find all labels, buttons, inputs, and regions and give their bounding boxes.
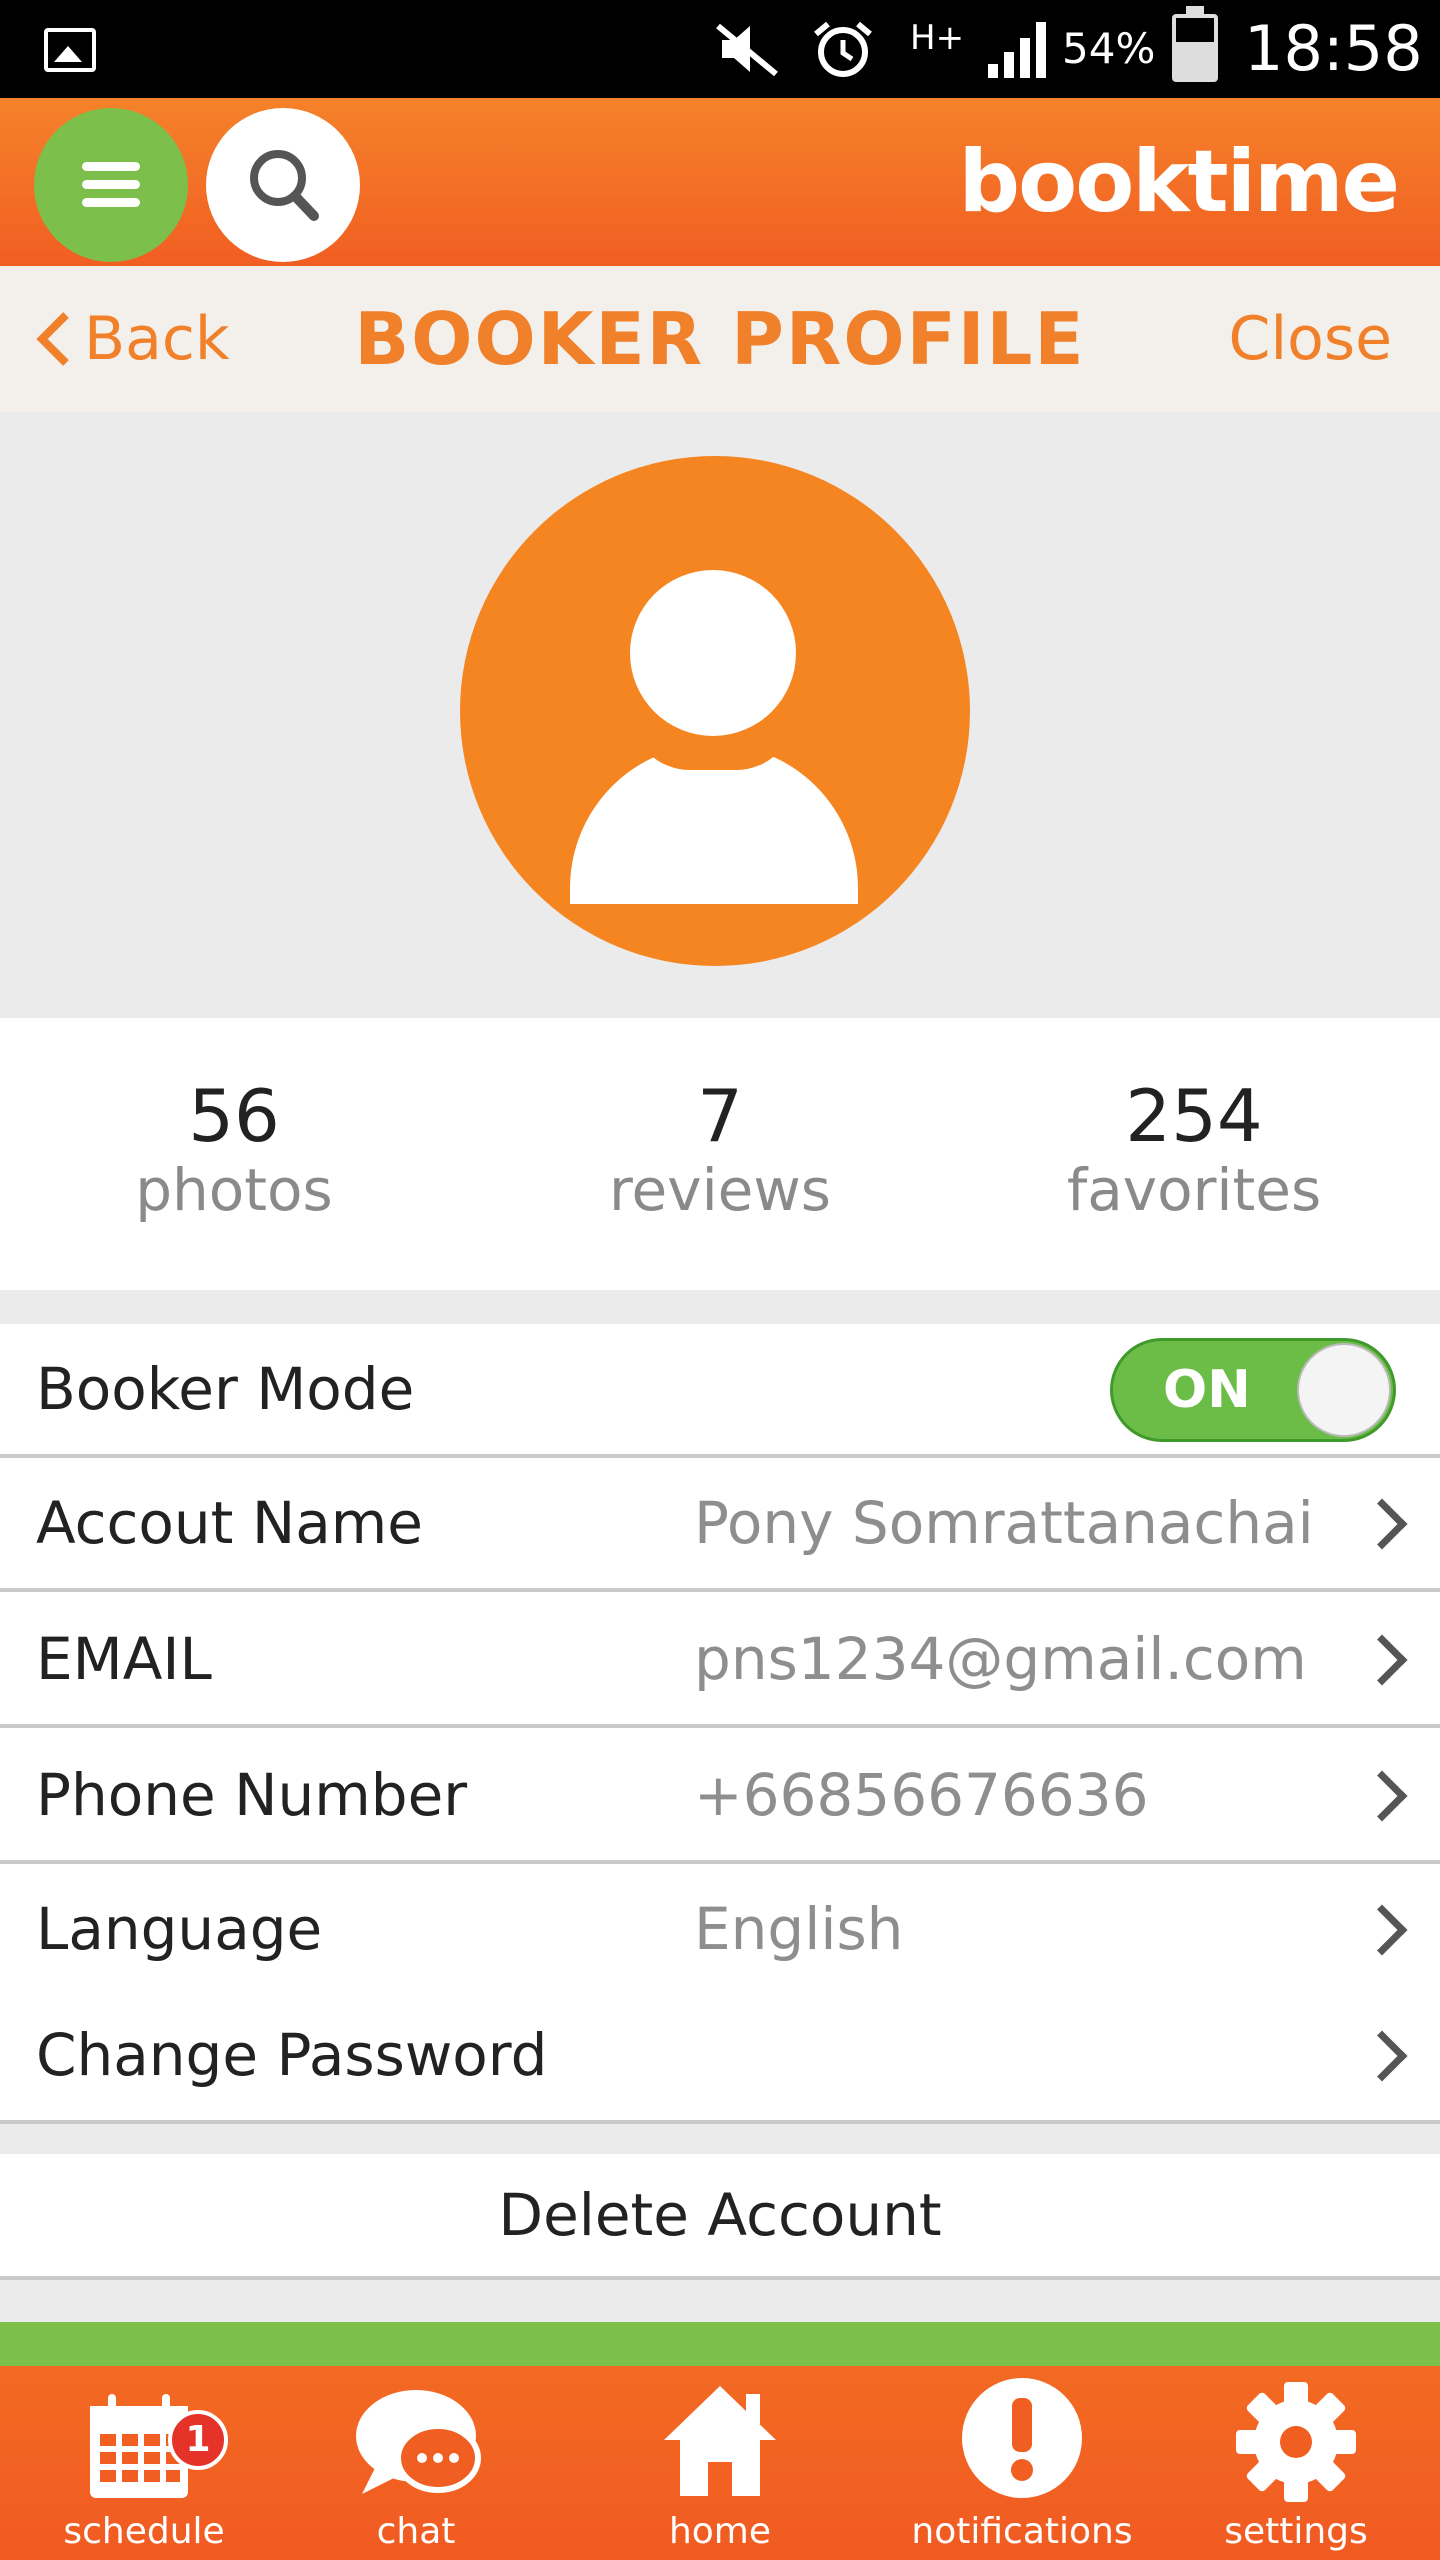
row-label: Language bbox=[36, 1895, 323, 1963]
gear-icon bbox=[1236, 2382, 1356, 2502]
signal-icon bbox=[988, 22, 1046, 78]
mute-icon bbox=[716, 23, 778, 77]
toggle-knob bbox=[1297, 1343, 1391, 1437]
booker-mode-label: Booker Mode bbox=[36, 1355, 415, 1423]
chevron-right-icon bbox=[1356, 1634, 1408, 1686]
chevron-right-icon bbox=[1356, 2030, 1408, 2082]
app-bar: booktime bbox=[0, 98, 1440, 266]
stat-label: favorites bbox=[1066, 1156, 1322, 1224]
stat-value: 7 bbox=[697, 1074, 743, 1158]
divider bbox=[0, 2280, 1440, 2322]
stat-value: 56 bbox=[188, 1074, 280, 1158]
avatar-head bbox=[630, 570, 796, 736]
toggle-state: ON bbox=[1163, 1360, 1251, 1420]
profile-stats: 56 photos 7 reviews 254 favorites bbox=[0, 1018, 1440, 1290]
notification-badge: 1 bbox=[168, 2410, 228, 2470]
nav-settings[interactable]: settings bbox=[1152, 2366, 1440, 2560]
stat-favorites[interactable]: 254 favorites bbox=[984, 1074, 1404, 1222]
alarm-icon bbox=[814, 21, 872, 77]
profile-header bbox=[0, 412, 1440, 1018]
battery-icon bbox=[1172, 6, 1218, 82]
nav-chat[interactable]: chat bbox=[272, 2366, 560, 2560]
stat-label: reviews bbox=[608, 1156, 832, 1224]
chevron-left-icon bbox=[36, 312, 69, 366]
nav-notifications[interactable]: notifications bbox=[878, 2366, 1166, 2560]
chevron-right-icon bbox=[1356, 1498, 1408, 1550]
back-label: Back bbox=[84, 304, 230, 374]
divider bbox=[0, 2124, 1440, 2154]
status-bar: H+ 54% 18:58 bbox=[0, 0, 1440, 98]
nav-label: settings bbox=[1224, 2511, 1368, 2552]
row-value: Pony Somrattanachai bbox=[694, 1489, 1314, 1557]
row-value: English bbox=[694, 1895, 904, 1963]
booker-mode-toggle[interactable]: ON bbox=[1110, 1338, 1396, 1442]
row-label: EMAIL bbox=[36, 1625, 212, 1693]
nav-label: chat bbox=[376, 2511, 456, 2552]
nav-label: home bbox=[668, 2511, 772, 2552]
search-icon bbox=[250, 150, 319, 221]
brand-logo: booktime bbox=[958, 132, 1400, 232]
avatar[interactable] bbox=[460, 456, 970, 966]
row-value: +66856676636 bbox=[694, 1761, 1149, 1829]
network-type: H+ bbox=[910, 18, 965, 58]
chat-bubble-icon bbox=[356, 2390, 481, 2494]
exclamation-icon bbox=[962, 2378, 1082, 2498]
row-label: Change Password bbox=[36, 2021, 548, 2089]
clock: 18:58 bbox=[1244, 12, 1423, 85]
menu-icon bbox=[82, 162, 140, 171]
stat-value: 254 bbox=[1125, 1074, 1263, 1158]
stat-photos[interactable]: 56 photos bbox=[24, 1074, 444, 1222]
gallery-notification-icon bbox=[44, 28, 96, 72]
search-button[interactable] bbox=[206, 108, 360, 262]
close-button[interactable]: Close bbox=[1229, 266, 1392, 412]
account-name-row[interactable]: Accout Name Pony Somrattanachai bbox=[0, 1458, 1440, 1592]
battery-percent: 54% bbox=[1062, 24, 1156, 73]
stat-reviews[interactable]: 7 reviews bbox=[510, 1074, 930, 1222]
menu-icon-line bbox=[82, 180, 140, 189]
menu-button[interactable] bbox=[34, 108, 188, 262]
change-password-row[interactable]: Change Password bbox=[0, 1990, 1440, 2124]
stat-label: photos bbox=[135, 1156, 333, 1224]
nav-schedule[interactable]: 1 schedule bbox=[0, 2366, 288, 2560]
bottom-nav: 1 schedule chat home notifications setti… bbox=[0, 2322, 1440, 2560]
email-row[interactable]: EMAIL pns1234@gmail.com bbox=[0, 1594, 1440, 1728]
menu-icon-line bbox=[82, 198, 140, 207]
nav-label: schedule bbox=[63, 2511, 225, 2552]
title-bar: BOOKER PROFILE Back Close bbox=[0, 266, 1440, 412]
home-icon bbox=[664, 2386, 776, 2496]
row-value: pns1234@gmail.com bbox=[694, 1625, 1307, 1693]
nav-label: notifications bbox=[911, 2511, 1133, 2552]
row-label: Phone Number bbox=[36, 1761, 468, 1829]
chevron-right-icon bbox=[1356, 1904, 1408, 1956]
booker-mode-row: Booker Mode ON bbox=[0, 1324, 1440, 1458]
delete-account-button[interactable]: Delete Account bbox=[0, 2154, 1440, 2280]
back-button[interactable]: Back bbox=[34, 266, 230, 412]
nav-home[interactable]: home bbox=[576, 2366, 864, 2560]
chevron-right-icon bbox=[1356, 1770, 1408, 1822]
row-label: Accout Name bbox=[36, 1489, 423, 1557]
language-row[interactable]: Language English bbox=[0, 1864, 1440, 1998]
divider bbox=[0, 1290, 1440, 1324]
phone-number-row[interactable]: Phone Number +66856676636 bbox=[0, 1730, 1440, 1864]
